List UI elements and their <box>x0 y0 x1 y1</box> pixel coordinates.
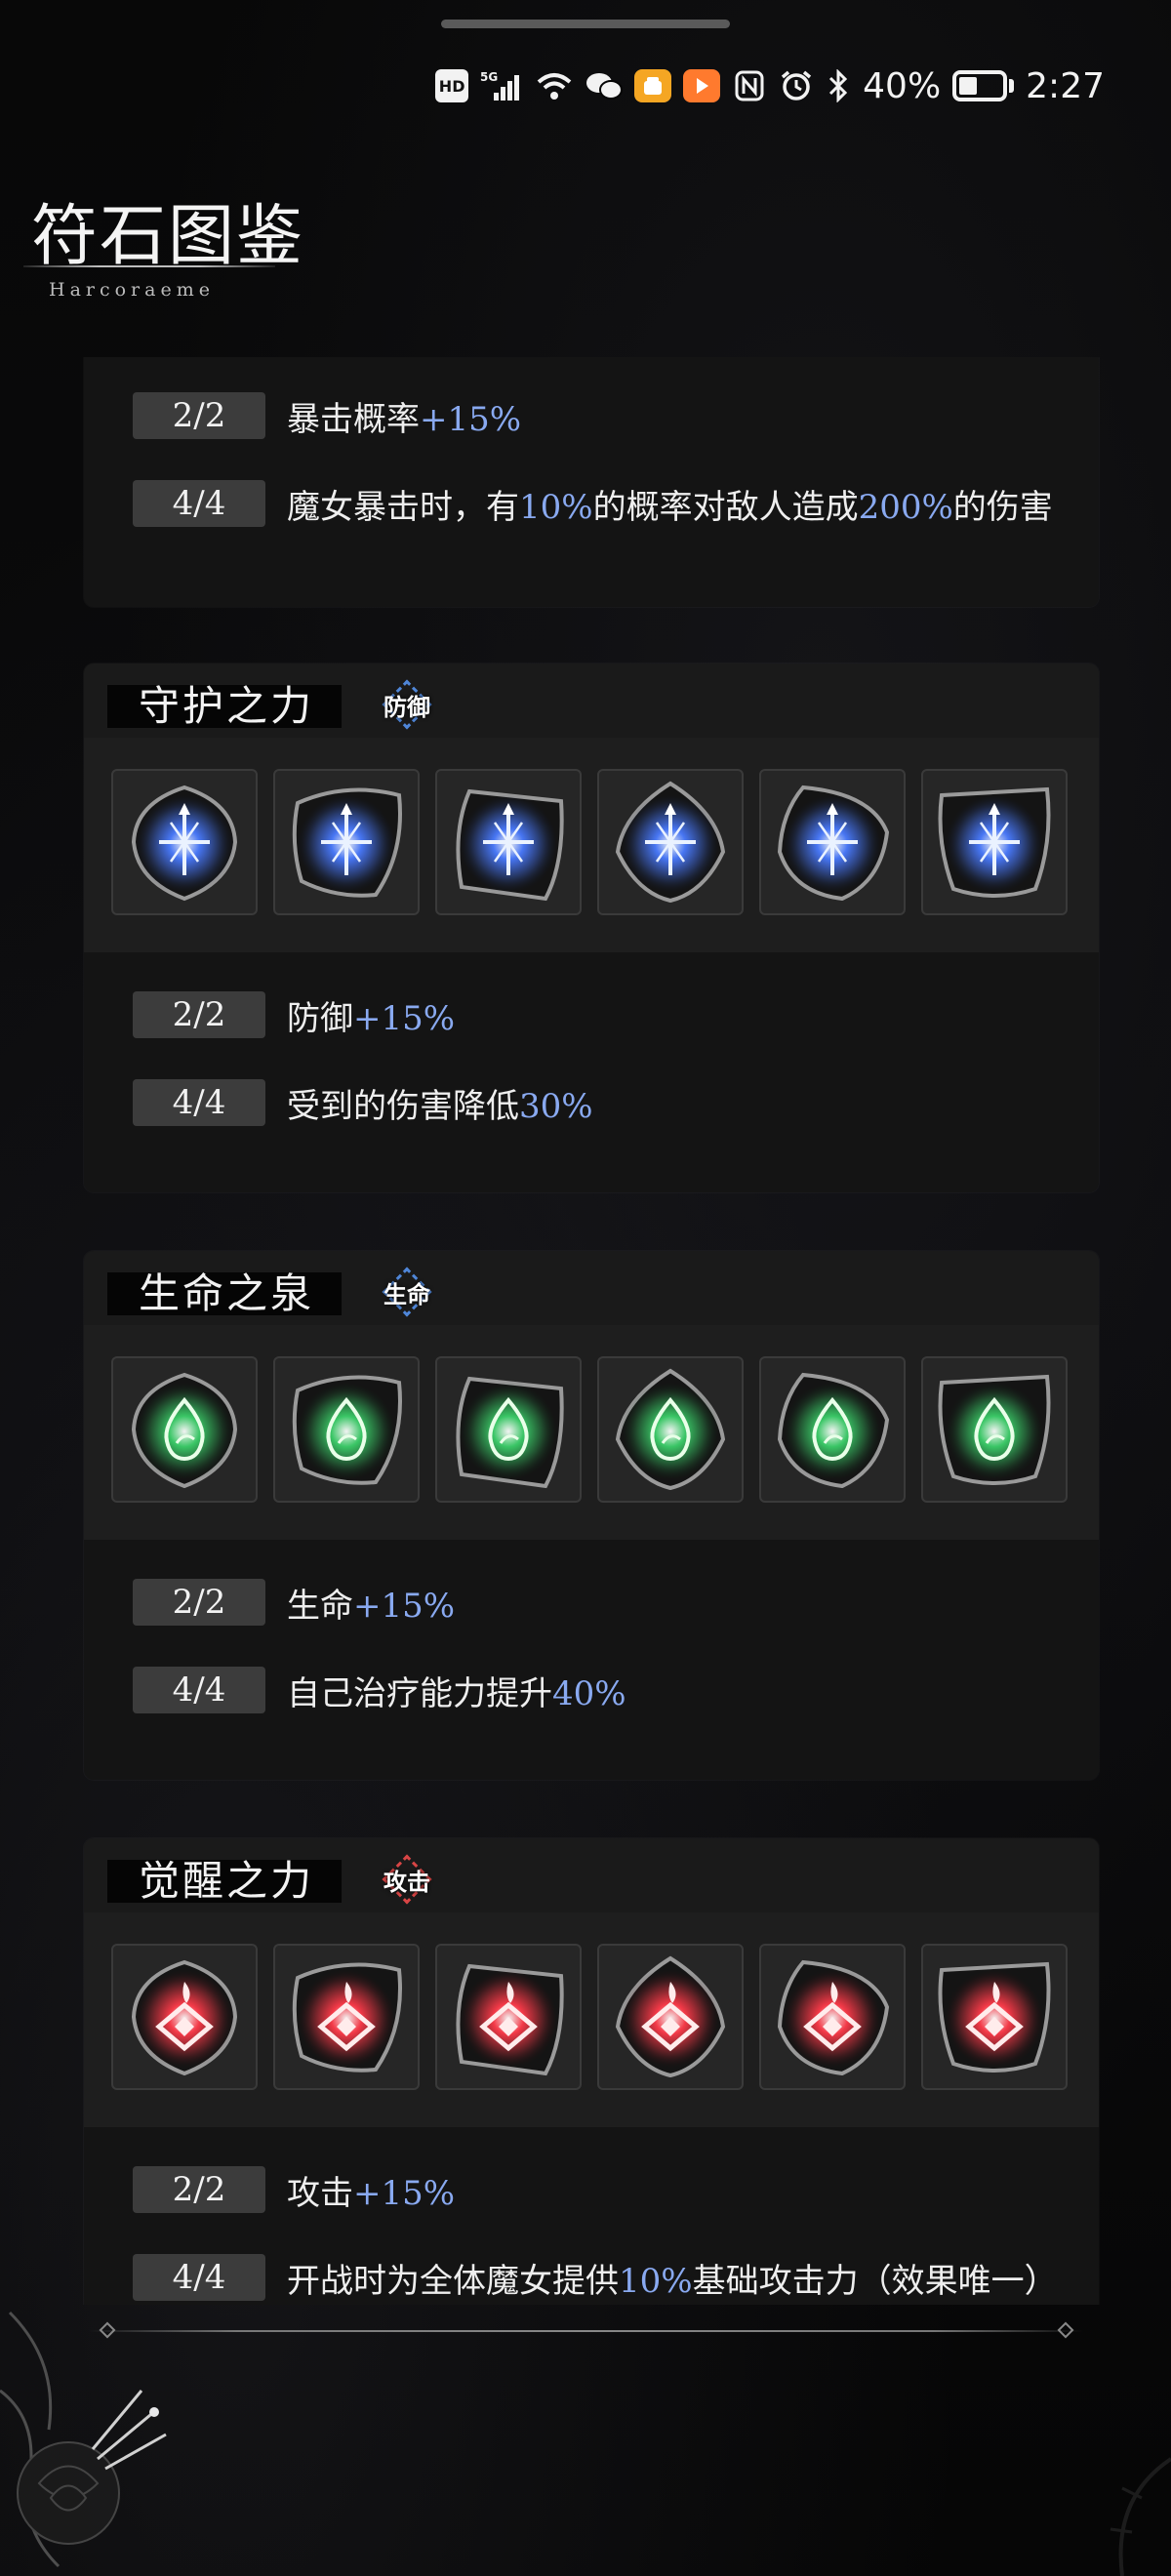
rune-slot[interactable] <box>759 1356 906 1503</box>
red-flame-diamond-rune-icon <box>615 1955 726 2078</box>
rune-slot[interactable] <box>111 1356 258 1503</box>
green-leaf-drop-rune-icon <box>292 1375 402 1485</box>
title-divider <box>23 265 275 267</box>
rune-set-card-attack[interactable]: 觉醒之力 攻击 2/2 攻击+15% 4/4 开战时为全体魔女提供10%基础攻击… <box>84 1838 1099 2305</box>
rune-slot[interactable] <box>111 769 258 915</box>
set-bonus-text: 攻击+15% <box>287 2173 456 2213</box>
card-header: 觉醒之力 攻击 <box>84 1838 1099 1912</box>
rose-ornament-icon <box>0 2311 167 2568</box>
blue-shield-cross-rune-icon <box>938 786 1051 898</box>
rune-slot[interactable] <box>597 1944 744 2090</box>
set-bonus-row: 2/2 生命+15% <box>133 1577 1099 1628</box>
red-flame-diamond-rune-icon <box>777 1959 890 2076</box>
rune-slot[interactable] <box>921 1944 1068 2090</box>
green-leaf-drop-rune-icon <box>456 1376 564 1489</box>
wechat-icon <box>586 69 624 102</box>
type-badge-life: 生命 <box>382 1267 432 1317</box>
blue-shield-cross-rune-icon <box>131 785 238 902</box>
rune-set-card-life[interactable]: 生命之泉 生命 2/2 生命+15% 4/4 自己治疗能力提升40% <box>84 1251 1099 1780</box>
set-count-badge: 2/2 <box>133 392 265 439</box>
signal-5g-icon: 5G <box>480 69 523 102</box>
alarm-icon <box>779 69 814 102</box>
page-subtitle: Harcoraeme <box>49 279 215 301</box>
rune-slot[interactable] <box>921 1356 1068 1503</box>
drag-handle[interactable] <box>441 20 730 28</box>
red-flame-diamond-rune-icon <box>938 1961 1051 2073</box>
app-notification-icon <box>683 69 721 102</box>
rune-slot[interactable] <box>597 1356 744 1503</box>
set-bonus-text: 自己治疗能力提升40% <box>287 1673 626 1713</box>
set-bonus-row: 4/4 自己治疗能力提升40% <box>133 1665 1099 1715</box>
wifi-icon <box>535 69 574 102</box>
rune-slot[interactable] <box>759 769 906 915</box>
page-title: 符石图鉴 <box>31 198 305 275</box>
card-title: 生命之泉 <box>139 1269 315 1317</box>
blue-shield-cross-rune-icon <box>292 787 402 898</box>
rune-set-card-crit: 2/2 暴击概率+15% 4/4 魔女暴击时，有10%的概率对敌人造成200%的… <box>84 357 1099 607</box>
set-bonus-text: 暴击概率+15% <box>287 399 522 439</box>
set-bonus-row: 2/2 攻击+15% <box>133 2164 1099 2215</box>
rune-slot[interactable] <box>435 769 582 915</box>
battery-icon <box>952 70 1015 101</box>
set-bonus-row: 4/4 魔女暴击时，有10%的概率对敌人造成200%的伤害 <box>133 478 1099 529</box>
svg-text:5G: 5G <box>480 70 498 84</box>
status-bar: HD 5G 40% 2:27 <box>435 62 1105 109</box>
green-leaf-drop-rune-icon <box>615 1368 726 1491</box>
rune-list[interactable]: 2/2 暴击概率+15% 4/4 魔女暴击时，有10%的概率对敌人造成200%的… <box>0 357 1171 2305</box>
rune-slot[interactable] <box>435 1944 582 2090</box>
type-badge-attack: 攻击 <box>382 1854 432 1905</box>
set-bonus-text: 受到的伤害降低30% <box>287 1086 593 1126</box>
rune-icon-row <box>84 738 1099 952</box>
set-bonus-text: 魔女暴击时，有10%的概率对敌人造成200%的伤害 <box>287 487 1053 527</box>
rune-slot[interactable] <box>273 1356 420 1503</box>
blue-shield-cross-rune-icon <box>456 788 564 902</box>
hd-icon: HD <box>435 69 469 102</box>
type-badge-defense: 防御 <box>382 679 432 730</box>
red-flame-diamond-rune-icon <box>292 1962 402 2073</box>
card-header: 生命之泉 生命 <box>84 1251 1099 1325</box>
green-leaf-drop-rune-icon <box>777 1372 890 1489</box>
rune-slot[interactable] <box>111 1944 258 2090</box>
blue-shield-cross-rune-icon <box>777 785 890 902</box>
red-flame-diamond-rune-icon <box>131 1959 238 2076</box>
bluetooth-icon <box>826 69 851 102</box>
set-count-badge: 2/2 <box>133 1579 265 1626</box>
thorn-ornament-icon <box>1110 2457 1171 2576</box>
battery-percent: 40% <box>863 65 942 106</box>
set-bonus-row: 4/4 开战时为全体魔女提供10%基础攻击力（效果唯一） <box>133 2252 1099 2303</box>
set-bonus-row: 2/2 防御+15% <box>133 989 1099 1040</box>
set-count-badge: 4/4 <box>133 480 265 527</box>
blue-shield-cross-rune-icon <box>615 781 726 904</box>
set-bonus-row: 2/2 暴击概率+15% <box>133 390 1099 441</box>
set-bonus-text: 生命+15% <box>287 1586 456 1626</box>
card-header: 守护之力 防御 <box>84 664 1099 738</box>
app-notification-icon <box>634 69 672 102</box>
rune-icon-row <box>84 1912 1099 2127</box>
set-count-badge: 2/2 <box>133 2166 265 2213</box>
rune-slot[interactable] <box>273 1944 420 2090</box>
rune-icon-row <box>84 1325 1099 1540</box>
set-bonus-text: 开战时为全体魔女提供10%基础攻击力（效果唯一） <box>287 2261 1058 2301</box>
rune-slot[interactable] <box>273 769 420 915</box>
card-title: 守护之力 <box>139 682 315 730</box>
clock: 2:27 <box>1026 65 1105 106</box>
rune-set-card-defense[interactable]: 守护之力 防御 2/2 防御+15% 4/4 受到的伤害降低30% <box>84 664 1099 1192</box>
green-leaf-drop-rune-icon <box>131 1372 238 1489</box>
red-flame-diamond-rune-icon <box>456 1963 564 2076</box>
nfc-icon <box>732 69 767 102</box>
rune-slot[interactable] <box>921 769 1068 915</box>
set-count-badge: 2/2 <box>133 991 265 1038</box>
set-bonus-text: 防御+15% <box>287 998 456 1038</box>
set-count-badge: 4/4 <box>133 1667 265 1713</box>
card-title: 觉醒之力 <box>139 1857 315 1905</box>
set-count-badge: 4/4 <box>133 1079 265 1126</box>
rune-slot[interactable] <box>597 769 744 915</box>
rune-slot[interactable] <box>435 1356 582 1503</box>
rune-slot[interactable] <box>759 1944 906 2090</box>
green-leaf-drop-rune-icon <box>938 1374 1051 1485</box>
set-bonus-row: 4/4 受到的伤害降低30% <box>133 1077 1099 1128</box>
